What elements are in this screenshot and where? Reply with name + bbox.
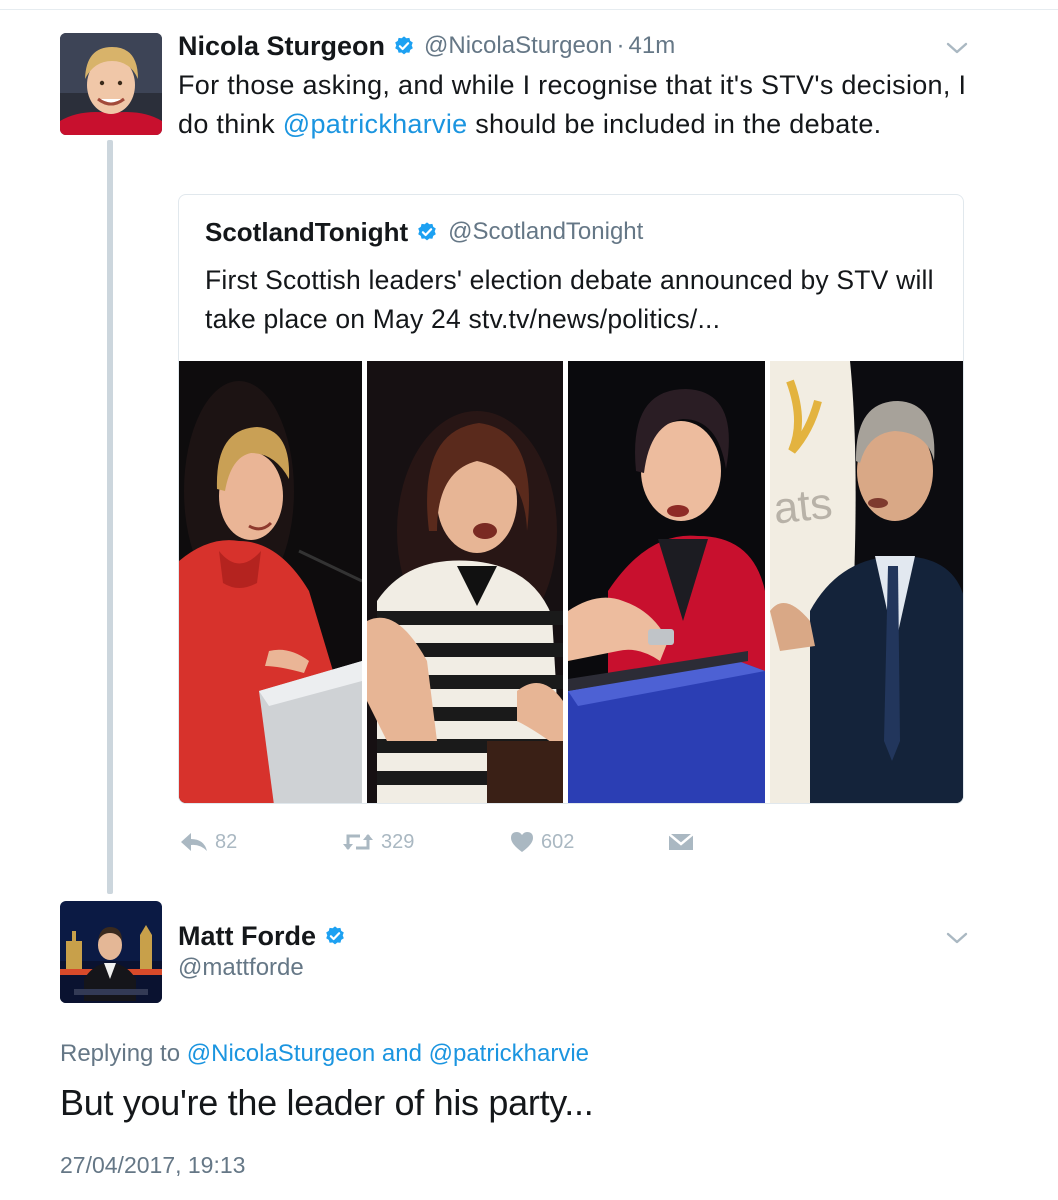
reply-button[interactable]: 82 <box>180 826 237 858</box>
banner-text: ats <box>771 479 835 534</box>
retweet-button[interactable]: 329 <box>342 826 414 858</box>
tweet-text-after: should be included in the debate. <box>467 108 882 139</box>
leader-photo-1[interactable] <box>179 361 362 803</box>
replying-mention-1[interactable]: @NicolaSturgeon <box>187 1040 375 1067</box>
reply-author-row: Matt Forde <box>178 918 346 954</box>
retweet-count: 329 <box>381 830 415 853</box>
reply-text: But you're the leader of his party... <box>60 1082 594 1123</box>
chevron-down-icon[interactable] <box>946 931 968 945</box>
verified-badge-icon <box>324 925 346 947</box>
tweet-text: For those asking, and while I recognise … <box>178 66 978 143</box>
author-name[interactable]: Nicola Sturgeon <box>178 31 385 62</box>
like-icon <box>511 832 533 852</box>
verified-badge-icon <box>416 221 438 243</box>
replying-prefix: Replying to <box>60 1040 187 1067</box>
replying-and: and <box>375 1040 429 1067</box>
like-count: 602 <box>541 830 575 853</box>
retweet-icon <box>343 834 373 850</box>
quoted-tweet-media[interactable]: ats <box>179 361 963 803</box>
reply-author-name[interactable]: Matt Forde <box>178 921 316 952</box>
like-button[interactable]: 602 <box>510 826 574 858</box>
thread-connector-line <box>107 140 113 894</box>
leader-photo-4[interactable]: ats <box>770 361 963 803</box>
quoted-author-handle: @ScotlandTonight <box>448 218 644 245</box>
quoted-tweet-card[interactable]: ScotlandTonight @ScotlandTonight First S… <box>178 194 964 804</box>
avatar-photo-icon <box>60 901 162 1003</box>
verified-badge-icon <box>393 35 415 57</box>
nicola-sturgeon-avatar[interactable] <box>60 33 162 135</box>
tweet-time[interactable]: 41m <box>629 32 676 60</box>
quoted-tweet-header: ScotlandTonight @ScotlandTonight <box>205 213 643 251</box>
author-handle[interactable]: @NicolaSturgeon <box>424 32 612 60</box>
separator-dot: · <box>616 32 625 59</box>
reply-count: 82 <box>215 830 238 853</box>
direct-message-icon <box>668 833 694 850</box>
reply-timestamp[interactable]: 27/04/2017, 19:13 <box>60 1152 245 1179</box>
leader-photo-3[interactable] <box>568 361 765 803</box>
reply-icon <box>181 833 207 851</box>
reply-author-handle[interactable]: @mattforde <box>178 954 304 982</box>
direct-message-button[interactable] <box>668 826 694 858</box>
avatar-photo-icon <box>60 33 162 135</box>
quoted-tweet-text: First Scottish leaders' election debate … <box>205 265 934 334</box>
leader-photo-2[interactable] <box>367 361 563 803</box>
chevron-down-icon[interactable] <box>946 41 968 55</box>
replying-to-line: Replying to @NicolaSturgeon and @patrick… <box>60 1040 589 1068</box>
top-divider <box>0 9 1058 10</box>
matt-forde-avatar[interactable] <box>60 901 162 1003</box>
replying-mention-2[interactable]: @patrickharvie <box>429 1040 589 1067</box>
tweet-header: Nicola Sturgeon @NicolaSturgeon · 41m <box>178 28 675 64</box>
quoted-author-name: ScotlandTonight <box>205 216 409 247</box>
mention-link[interactable]: @patrickharvie <box>283 109 468 139</box>
